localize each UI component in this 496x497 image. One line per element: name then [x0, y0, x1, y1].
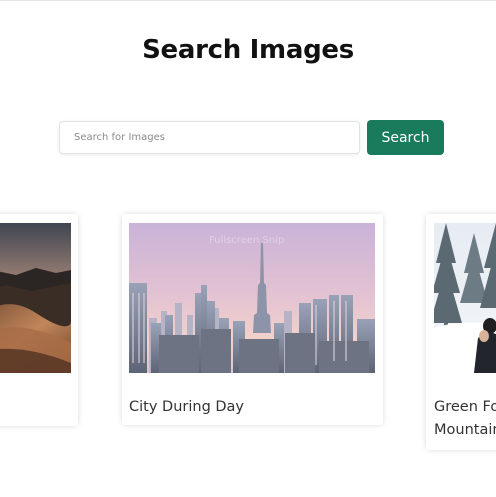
- page: Search Images Search for Images Search F…: [0, 0, 496, 497]
- result-card[interactable]: [0, 214, 78, 426]
- watermark-text: Fullscreen Snip: [209, 235, 285, 246]
- result-image-desert[interactable]: [0, 223, 71, 373]
- result-image-city[interactable]: Fullscreen Snip: [129, 223, 375, 373]
- result-image-forest[interactable]: [434, 223, 496, 373]
- result-caption: Green Forest Mountain: [434, 399, 496, 438]
- result-card[interactable]: Green Forest Mountain: [426, 214, 496, 450]
- page-title: Search Images: [142, 35, 354, 65]
- result-card[interactable]: Fullscreen Snip City During Day: [122, 214, 383, 425]
- search-input[interactable]: [59, 121, 360, 154]
- result-caption: City During Day: [129, 399, 245, 415]
- search-button[interactable]: Search: [367, 120, 444, 155]
